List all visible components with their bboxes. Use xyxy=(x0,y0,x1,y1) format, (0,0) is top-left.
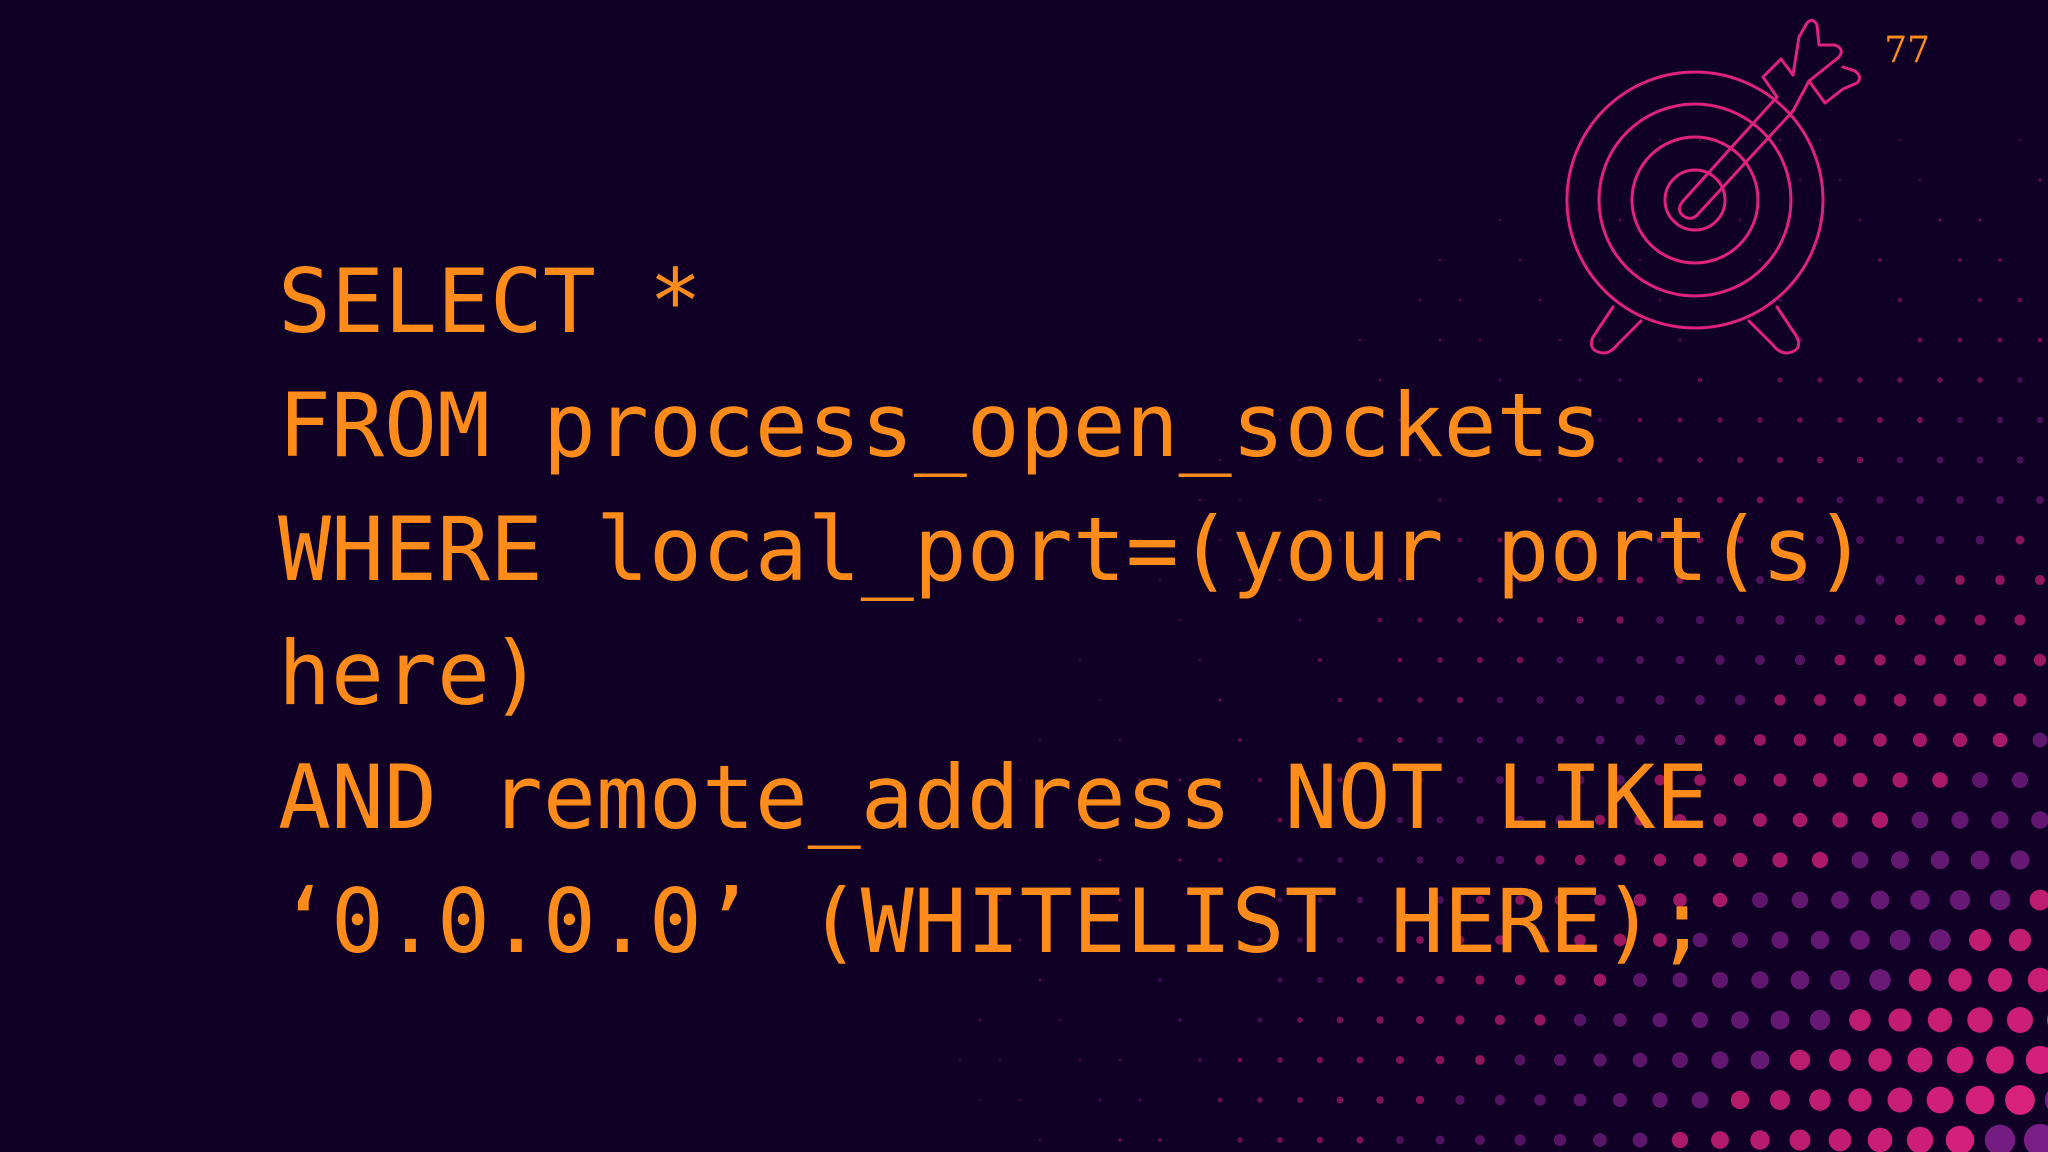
target-with-arrow-icon xyxy=(1565,18,1862,355)
code-line: FROM process_open_sockets xyxy=(278,374,1603,477)
code-line: WHERE local_port=(your port(s) xyxy=(278,498,1868,601)
slide: 77 SELECT * FROM process_open_sockets WH… xyxy=(0,0,2048,1152)
page-number: 77 xyxy=(1884,30,1930,71)
code-line: here) xyxy=(278,622,543,725)
code-line: ‘0.0.0.0’ (WHITELIST HERE); xyxy=(278,870,1709,973)
code-line: AND remote_address NOT LIKE xyxy=(278,746,1709,849)
